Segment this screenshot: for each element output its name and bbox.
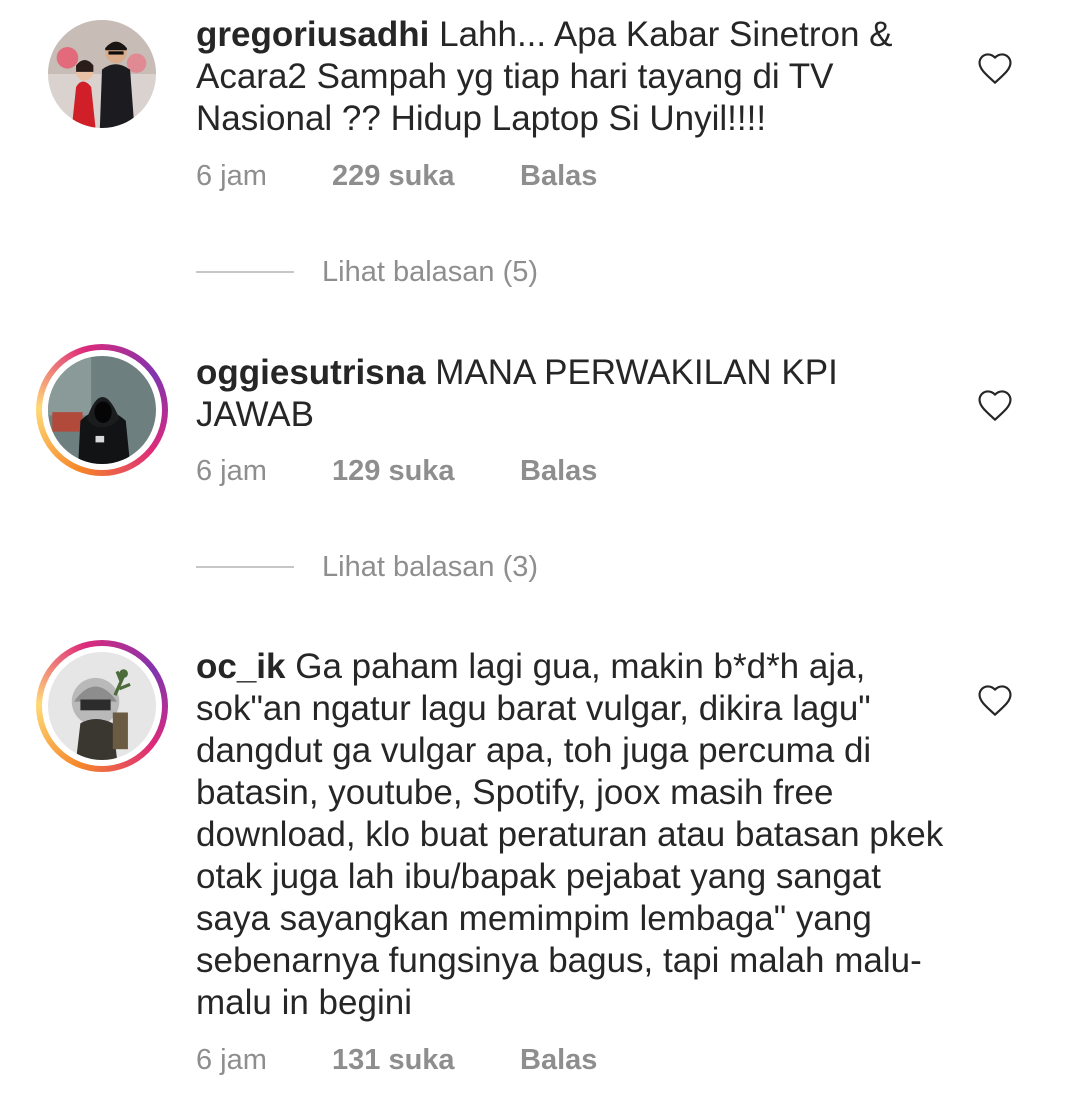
avatar[interactable] [48,20,156,128]
comments-screen: gregoriusadhi Lahh... Apa Kabar Sinetron… [0,0,1080,1104]
view-replies-label: Lihat balasan (5) [322,255,539,288]
reply-button[interactable]: Balas [520,1044,597,1077]
comment-meta: 6 jam 131 suka Balas [196,1040,597,1080]
comment-likes[interactable]: 229 suka [332,160,520,193]
avatar-story-ring[interactable] [36,640,168,772]
comment-text: oggiesutrisna MANA PERWAKILAN KPI JAWAB [196,352,956,436]
comment-likes[interactable]: 131 suka [332,1044,520,1077]
comment-text: oc_ik Ga paham lagi gua, makin b*d*h aja… [196,646,956,1024]
view-replies-button[interactable]: Lihat balasan (5) [196,252,538,292]
heart-outline-icon [978,685,1012,716]
comment-text: gregoriusadhi Lahh... Apa Kabar Sinetron… [196,14,956,140]
replies-divider [196,271,294,273]
like-button[interactable] [976,683,1014,717]
reply-button[interactable]: Balas [520,160,597,193]
comment-time: 6 jam [196,454,267,487]
comment-body: Ga paham lagi gua, makin b*d*h aja, sok"… [196,647,944,1022]
comment-time: 6 jam [196,1043,267,1076]
like-button[interactable] [976,388,1014,422]
avatar [48,356,156,464]
view-replies-label: Lihat balasan (3) [322,550,539,583]
reply-button[interactable]: Balas [520,455,597,488]
view-replies-button[interactable]: Lihat balasan (3) [196,547,538,587]
comment-meta: 6 jam 229 suka Balas [196,156,597,196]
comment-time: 6 jam [196,159,267,192]
comment-username[interactable]: oggiesutrisna [196,353,425,392]
avatar [48,652,156,760]
replies-divider [196,566,294,568]
comment-username[interactable]: gregoriusadhi [196,15,429,54]
comment-likes[interactable]: 129 suka [332,455,520,488]
heart-outline-icon [978,390,1012,421]
like-button[interactable] [976,51,1014,85]
avatar-story-ring[interactable] [36,344,168,476]
heart-outline-icon [978,53,1012,84]
comment-username[interactable]: oc_ik [196,647,286,686]
avatar-photo [48,20,156,128]
comment-meta: 6 jam 129 suka Balas [196,451,597,491]
